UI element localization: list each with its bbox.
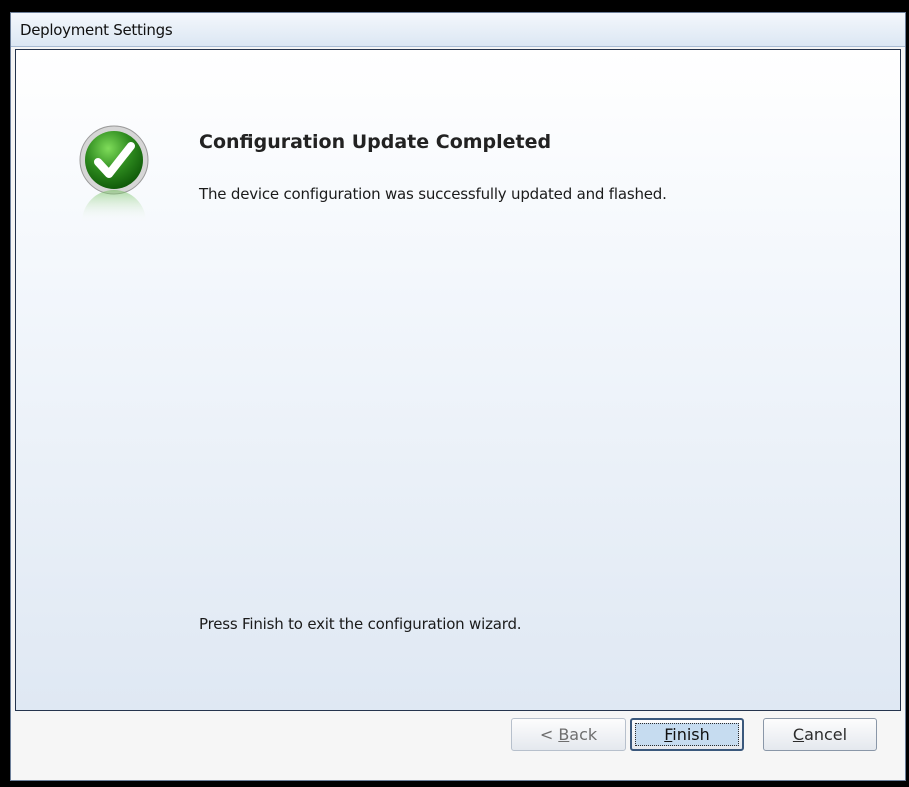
- completion-message: The device configuration was successfull…: [199, 185, 667, 203]
- finish-hint: Press Finish to exit the configuration w…: [199, 615, 522, 633]
- window-title: Deployment Settings: [20, 21, 173, 39]
- back-button[interactable]: < Back: [511, 718, 626, 751]
- success-check-icon: [79, 125, 149, 222]
- title-bar[interactable]: Deployment Settings: [11, 13, 905, 47]
- finish-button[interactable]: Finish: [630, 718, 744, 751]
- cancel-mnemonic: C: [792, 725, 805, 744]
- back-mnemonic: B: [558, 725, 570, 744]
- content-panel: Configuration Update Completed The devic…: [15, 49, 901, 711]
- cancel-button[interactable]: Cancel: [763, 718, 877, 751]
- wizard-window: Deployment Settings Configuration Update…: [10, 12, 906, 781]
- finish-focus-rect: Finish: [635, 723, 739, 746]
- completion-heading: Configuration Update Completed: [199, 131, 552, 153]
